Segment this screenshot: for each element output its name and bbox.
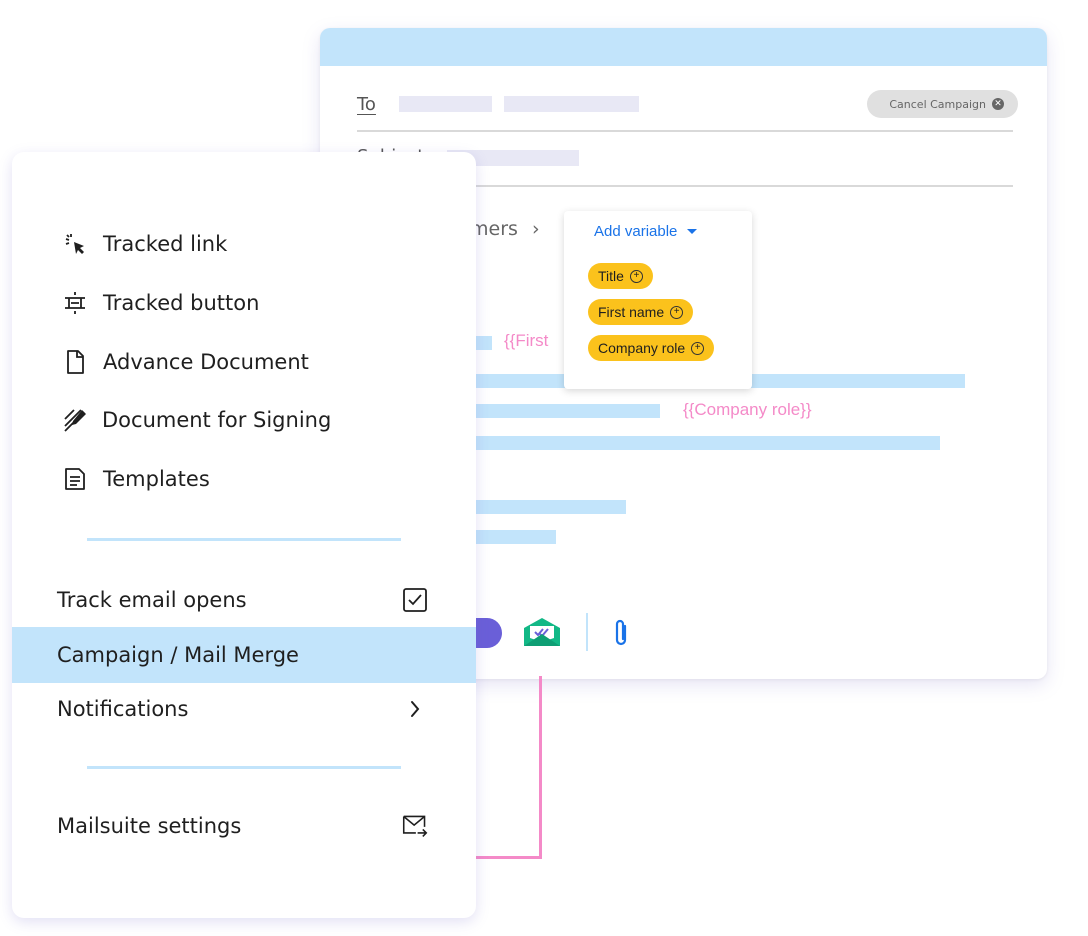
menu-item-label: Tracked button — [103, 291, 260, 315]
chip-label: Company role — [598, 340, 686, 356]
menu-item-track-email-opens[interactable]: Track email opens — [12, 572, 476, 628]
menu-item-tracked-link[interactable]: Tracked link — [12, 216, 476, 272]
connector-line — [539, 676, 542, 859]
template-breadcrumb[interactable]: mers › — [470, 218, 540, 240]
toolbar-divider — [586, 613, 588, 651]
to-row[interactable]: To Cancel Campaign ✕ — [357, 90, 1018, 132]
add-variable-button[interactable]: Add variable — [594, 223, 698, 240]
plus-circle-icon: + — [691, 341, 705, 355]
checkbox-checked-icon[interactable] — [402, 587, 428, 613]
variable-chip-company-role[interactable]: Company role + — [588, 335, 715, 361]
chevron-right-icon: › — [531, 218, 540, 240]
menu-item-campaign-mail-merge[interactable]: Campaign / Mail Merge — [12, 627, 476, 683]
close-icon: ✕ — [992, 98, 1004, 110]
paperclip-icon[interactable] — [610, 618, 632, 648]
pen-signature-icon — [62, 407, 88, 433]
variable-company-role: {{Company role}} — [683, 400, 812, 419]
mailsuite-icon[interactable] — [522, 616, 562, 648]
add-variable-label: Add variable — [594, 223, 678, 240]
menu-divider — [87, 538, 401, 541]
mail-forward-icon — [402, 813, 428, 839]
document-icon — [62, 349, 88, 375]
connector-line — [476, 856, 542, 859]
menu-item-notifications[interactable]: Notifications — [12, 681, 476, 737]
menu-item-label: Templates — [103, 467, 210, 491]
menu-item-label: Document for Signing — [102, 408, 332, 432]
body-text-placeholder — [476, 336, 492, 350]
caret-down-icon — [687, 229, 698, 234]
body-text-placeholder — [476, 500, 626, 514]
menu-item-label: Notifications — [57, 697, 189, 721]
body-text-placeholder — [476, 530, 556, 544]
menu-item-label: Tracked link — [103, 232, 228, 256]
variable-chip-first-name[interactable]: First name + — [588, 299, 694, 325]
cancel-campaign-button[interactable]: Cancel Campaign ✕ — [867, 90, 1018, 118]
menu-item-label: Mailsuite settings — [57, 814, 242, 838]
breadcrumb-text: mers — [470, 218, 518, 240]
chevron-right-icon — [402, 696, 428, 722]
cursor-click-icon — [62, 231, 88, 257]
template-icon — [62, 466, 88, 492]
add-variable-menu: Add variable Title + First name + Compan… — [564, 211, 752, 389]
chip-label: First name — [598, 304, 665, 320]
menu-item-label: Advance Document — [103, 350, 309, 374]
menu-item-tracked-button[interactable]: Tracked button — [12, 275, 476, 331]
plus-circle-icon: + — [670, 305, 684, 319]
recipient-placeholder — [504, 96, 639, 112]
menu-item-advance-document[interactable]: Advance Document — [12, 334, 476, 390]
body-text-placeholder — [476, 404, 660, 418]
menu-item-label: Campaign / Mail Merge — [57, 643, 299, 667]
to-label: To — [357, 94, 376, 115]
menu-item-mailsuite-settings[interactable]: Mailsuite settings — [12, 798, 476, 854]
variable-first-name: {{First — [504, 331, 549, 350]
recipient-placeholder — [399, 96, 492, 112]
chip-label: Title — [598, 268, 624, 284]
body-text-placeholder — [476, 436, 940, 450]
menu-item-templates[interactable]: Templates — [12, 451, 476, 507]
mailsuite-menu: Tracked link Tracked button Advance Docu… — [12, 152, 476, 918]
menu-divider — [87, 766, 401, 769]
menu-item-label: Track email opens — [57, 588, 247, 612]
button-icon — [62, 290, 88, 316]
plus-circle-icon: + — [629, 269, 643, 283]
variable-chip-title[interactable]: Title + — [588, 263, 653, 289]
menu-item-document-signing[interactable]: Document for Signing — [12, 392, 476, 448]
compose-header — [320, 28, 1047, 66]
cancel-campaign-label: Cancel Campaign — [889, 97, 986, 111]
